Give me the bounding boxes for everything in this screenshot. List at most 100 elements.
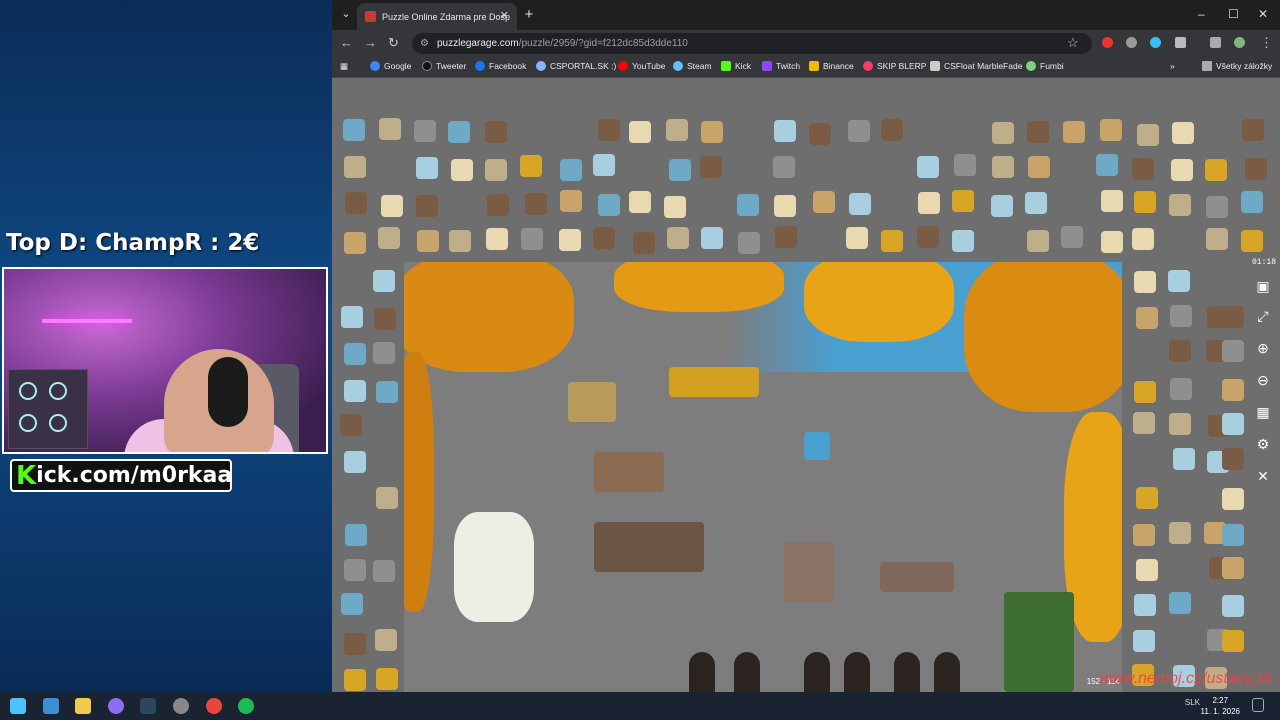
- reload-icon[interactable]: ↻: [388, 35, 399, 51]
- loose-piece[interactable]: [375, 380, 398, 403]
- extension-gray-icon[interactable]: [1126, 37, 1137, 48]
- bookmark-csportal[interactable]: CSPORTAL.SK :): [536, 61, 616, 71]
- loose-piece[interactable]: [373, 560, 396, 583]
- loose-piece[interactable]: [484, 121, 507, 144]
- loose-piece[interactable]: [372, 269, 395, 292]
- media-control-icon[interactable]: [1210, 37, 1221, 48]
- bookmark-binance[interactable]: Binance: [809, 61, 854, 71]
- extension-red-icon[interactable]: [1102, 37, 1113, 48]
- bookmark-steam[interactable]: Steam: [673, 61, 712, 71]
- loose-piece[interactable]: [1100, 118, 1123, 141]
- loose-piece[interactable]: [344, 451, 367, 474]
- loose-piece[interactable]: [559, 159, 582, 182]
- loose-piece[interactable]: [1062, 120, 1085, 143]
- loose-piece[interactable]: [1026, 230, 1049, 253]
- loose-piece[interactable]: [593, 154, 615, 177]
- loose-piece[interactable]: [847, 120, 870, 143]
- loose-piece[interactable]: [597, 193, 620, 216]
- system-clock[interactable]: 2:27 11. 1. 2026: [1201, 695, 1240, 717]
- loose-piece[interactable]: [1240, 230, 1263, 253]
- loose-piece[interactable]: [632, 231, 655, 254]
- loose-piece[interactable]: [1101, 190, 1124, 213]
- loose-piece[interactable]: [665, 119, 688, 142]
- loose-piece[interactable]: [373, 308, 396, 331]
- loose-piece[interactable]: [375, 628, 398, 651]
- loose-piece[interactable]: [520, 228, 543, 251]
- loose-piece[interactable]: [1136, 487, 1159, 510]
- taskbar-app-icon[interactable]: [43, 698, 59, 714]
- loose-piece[interactable]: [991, 195, 1014, 218]
- loose-piece[interactable]: [345, 192, 368, 215]
- loose-piece[interactable]: [1204, 159, 1227, 182]
- language-indicator[interactable]: SLK: [1185, 698, 1200, 707]
- loose-piece[interactable]: [916, 226, 939, 248]
- loose-piece[interactable]: [484, 158, 507, 181]
- loose-piece[interactable]: [1171, 159, 1194, 182]
- loose-piece[interactable]: [700, 155, 723, 178]
- loose-piece[interactable]: [376, 667, 399, 690]
- loose-piece[interactable]: [415, 194, 438, 217]
- profile-avatar[interactable]: [1234, 37, 1245, 48]
- loose-piece[interactable]: [1206, 195, 1229, 218]
- loose-piece[interactable]: [775, 226, 798, 249]
- loose-piece[interactable]: [487, 193, 510, 216]
- placed-piece[interactable]: [594, 522, 704, 572]
- loose-piece[interactable]: [448, 230, 471, 253]
- loose-piece[interactable]: [1222, 523, 1244, 546]
- start-windows-icon[interactable]: [10, 698, 26, 714]
- loose-piece[interactable]: [1222, 487, 1244, 510]
- loose-piece[interactable]: [344, 155, 367, 178]
- apps-grid-icon[interactable]: ▦: [340, 61, 348, 72]
- loose-piece[interactable]: [486, 228, 508, 250]
- chrome-taskbar-icon[interactable]: [206, 698, 222, 714]
- loose-piece[interactable]: [666, 226, 689, 249]
- loose-piece[interactable]: [375, 487, 398, 510]
- extension-blue-icon[interactable]: [1150, 37, 1161, 48]
- extensions-puzzle-icon[interactable]: [1175, 37, 1186, 48]
- bookmark-csfloat[interactable]: CSFloat MarbleFade: [930, 61, 1022, 71]
- taskbar-app-icon[interactable]: [108, 698, 124, 714]
- loose-piece[interactable]: [1136, 307, 1159, 330]
- taskbar-app-icon[interactable]: [173, 698, 189, 714]
- loose-piece[interactable]: [701, 121, 724, 144]
- bookmark-fumbi[interactable]: Fumbi: [1026, 61, 1064, 71]
- loose-piece[interactable]: [1027, 155, 1050, 178]
- loose-piece[interactable]: [629, 120, 652, 143]
- loose-piece[interactable]: [1222, 412, 1244, 435]
- loose-piece[interactable]: [881, 229, 904, 252]
- notification-icon[interactable]: [1252, 698, 1264, 712]
- loose-piece[interactable]: [701, 227, 724, 250]
- loose-piece[interactable]: [1096, 154, 1119, 177]
- loose-piece[interactable]: [1245, 158, 1268, 181]
- bookmark-facebook[interactable]: Facebook: [475, 61, 526, 71]
- loose-piece[interactable]: [343, 231, 366, 254]
- loose-piece[interactable]: [629, 191, 651, 214]
- loose-piece[interactable]: [559, 229, 582, 252]
- loose-piece[interactable]: [1169, 193, 1192, 216]
- loose-piece[interactable]: [1222, 629, 1244, 652]
- loose-piece[interactable]: [415, 156, 438, 179]
- loose-piece[interactable]: [992, 156, 1015, 179]
- site-info-icon[interactable]: ⚙: [420, 38, 429, 49]
- loose-piece[interactable]: [1169, 340, 1192, 362]
- bookmark-tweeter[interactable]: Tweeter: [422, 61, 466, 71]
- spotify-taskbar-icon[interactable]: [238, 698, 254, 714]
- loose-piece[interactable]: [1026, 120, 1049, 143]
- loose-piece[interactable]: [737, 193, 760, 216]
- loose-piece[interactable]: [668, 159, 691, 182]
- loose-piece[interactable]: [1101, 230, 1124, 253]
- loose-piece[interactable]: [1172, 448, 1195, 471]
- loose-piece[interactable]: [1168, 592, 1191, 615]
- maximize-icon[interactable]: ☐: [1228, 7, 1239, 21]
- loose-piece[interactable]: [416, 230, 439, 253]
- loose-piece[interactable]: [1206, 227, 1229, 250]
- loose-piece[interactable]: [774, 120, 797, 143]
- loose-piece[interactable]: [917, 192, 940, 215]
- loose-piece[interactable]: [1222, 594, 1244, 617]
- bookmark-google[interactable]: Google: [370, 61, 411, 71]
- steam-taskbar-icon[interactable]: [140, 698, 156, 714]
- forward-icon[interactable]: →: [364, 35, 377, 50]
- loose-piece[interactable]: [1134, 270, 1157, 293]
- loose-piece[interactable]: [880, 119, 903, 142]
- loose-piece[interactable]: [372, 342, 395, 365]
